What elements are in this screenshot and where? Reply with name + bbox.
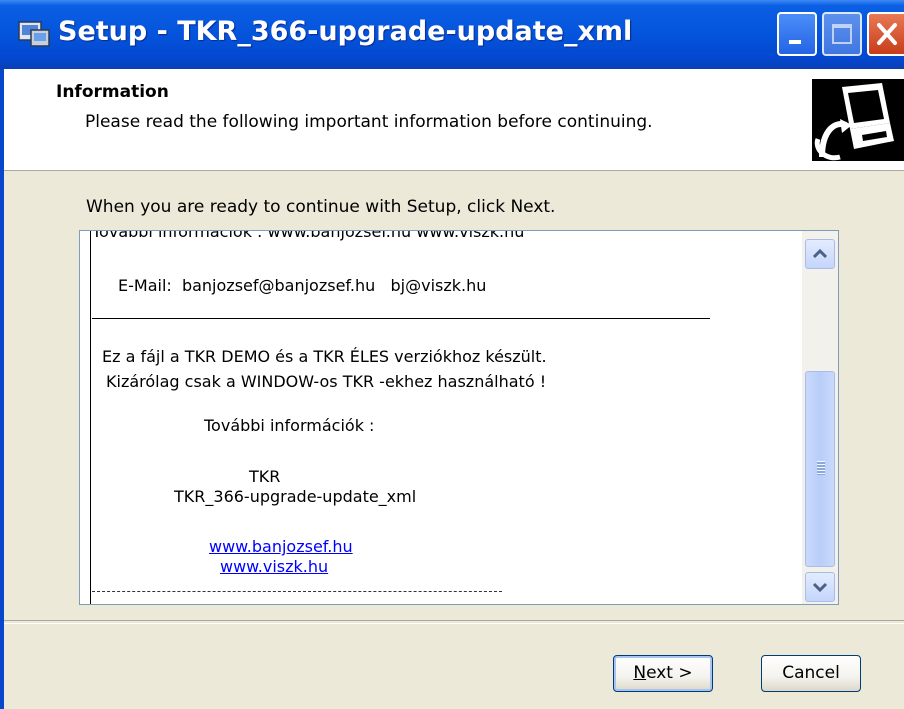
chevron-down-icon	[812, 582, 828, 593]
close-button[interactable]	[867, 12, 904, 56]
scroll-thumb[interactable]	[805, 371, 835, 567]
memo-text-area[interactable]: További információk : www.banjozsef.hu w…	[80, 231, 802, 604]
title-bar[interactable]: Setup - TKR_366-upgrade-update_xml	[0, 0, 904, 69]
minimize-icon	[789, 40, 801, 44]
email-label: E-Mail:	[118, 276, 172, 295]
email-address-1: banjozsef@banjozsef.hu	[181, 276, 376, 295]
scroll-up-button[interactable]	[805, 239, 835, 269]
setup-app-icon	[18, 21, 50, 47]
maximize-button[interactable]	[822, 12, 862, 56]
memo-clipped-line: További információk : www.banjozsef.hu w…	[92, 231, 525, 241]
chevron-up-icon	[812, 248, 828, 259]
memo-left-rule	[90, 231, 91, 604]
wizard-header: Information Please read the following im…	[4, 69, 904, 171]
next-mnemonic: N	[633, 663, 647, 683]
link-banjozsef[interactable]: www.banjozsef.hu	[209, 537, 353, 556]
cancel-button[interactable]: Cancel	[761, 655, 861, 692]
memo-separator	[92, 318, 710, 319]
window-title: Setup - TKR_366-upgrade-update_xml	[58, 16, 633, 47]
minimize-button[interactable]	[777, 12, 817, 56]
memo-line-1: Ez a fájl a TKR DEMO és a TKR ÉLES verzi…	[102, 347, 547, 366]
memo-line-2: Kizárólag csak a WINDOW-os TKR -ekhez ha…	[106, 372, 547, 391]
page-title: Information	[56, 82, 169, 102]
installer-computer-icon	[812, 79, 904, 161]
setup-window: Setup - TKR_366-upgrade-update_xml Infor…	[0, 0, 904, 709]
footer-divider	[4, 620, 904, 624]
memo-email-line: E-Mail: banjozsef@banjozsef.hu bj@viszk.…	[118, 276, 486, 295]
scroll-down-button[interactable]	[805, 572, 835, 602]
link-viszk[interactable]: www.viszk.hu	[220, 557, 328, 576]
memo-more-info: További információk :	[204, 416, 375, 435]
next-label: ext >	[646, 663, 693, 683]
memo-dashed-rule	[92, 591, 502, 592]
next-button[interactable]: Next >	[613, 655, 713, 692]
memo-product: TKR	[249, 467, 281, 486]
scroll-grip	[817, 461, 825, 475]
email-address-2: bj@viszk.hu	[390, 276, 487, 295]
memo-scrollbar[interactable]	[802, 231, 838, 604]
close-icon	[877, 23, 897, 45]
maximize-icon	[832, 24, 852, 44]
page-subtitle: Please read the following important info…	[85, 112, 653, 132]
info-memo[interactable]: További információk : www.banjozsef.hu w…	[79, 230, 839, 605]
intro-text: When you are ready to continue with Setu…	[86, 197, 556, 217]
memo-package: TKR_366-upgrade-update_xml	[174, 487, 417, 506]
